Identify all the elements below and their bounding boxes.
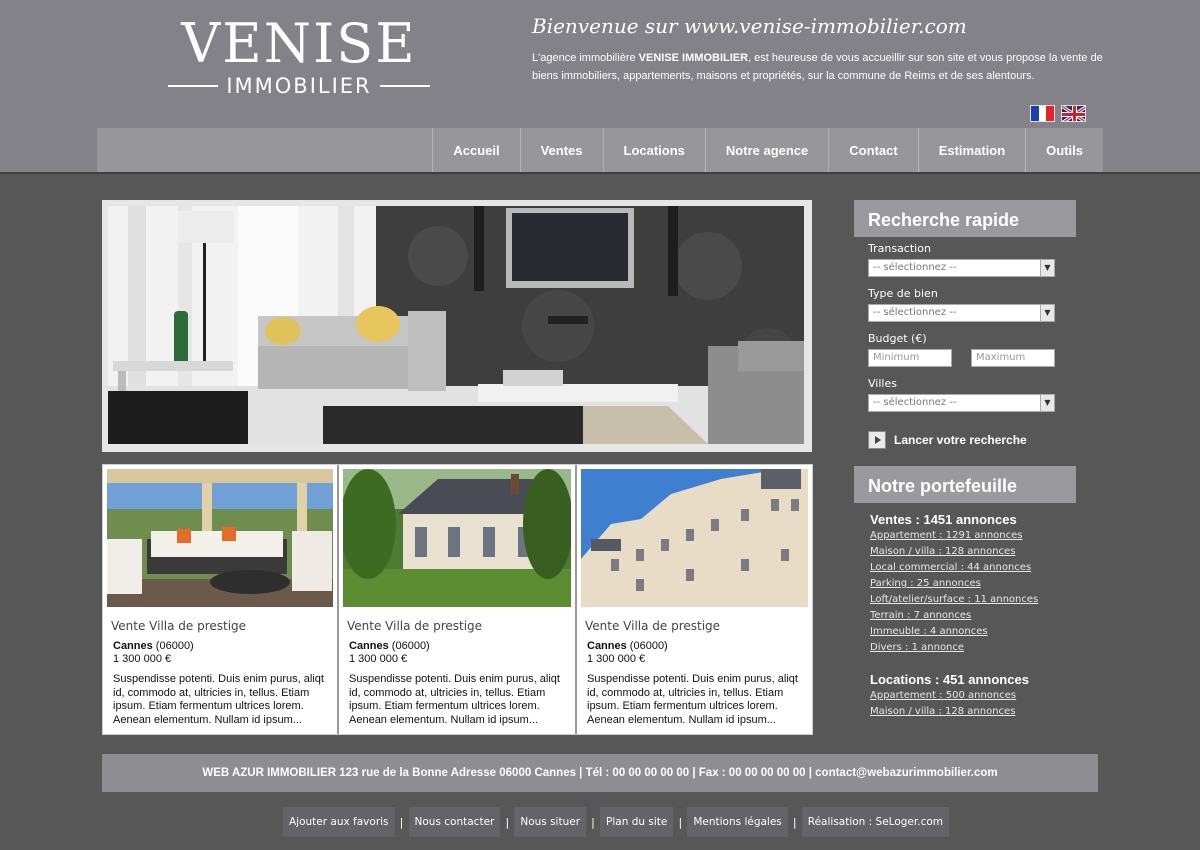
featured-listings: Vente Villa de prestige Cannes (06000) 1…	[102, 464, 813, 735]
footer-link-sitemap[interactable]: Plan du site	[600, 807, 674, 837]
transaction-select[interactable]: -- sélectionnez -- ▼	[868, 259, 1055, 277]
property-type-select-value: -- sélectionnez --	[873, 307, 957, 318]
nav-item-outils[interactable]: Outils	[1025, 128, 1103, 172]
sales-total: Ventes : 1451 annonces	[870, 512, 1017, 527]
french-flag-icon[interactable]	[1030, 105, 1055, 122]
living-room-image	[108, 206, 804, 444]
listing-card[interactable]: Vente Villa de prestige Cannes (06000) 1…	[339, 465, 577, 734]
main-nav: Accueil Ventes Locations Notre agence Co…	[97, 128, 1103, 172]
footer-links: Ajouter aux favoris | Nous contacter | N…	[283, 807, 950, 837]
listing-title[interactable]: Vente Villa de prestige	[111, 619, 333, 633]
portfolio-link-parking[interactable]: Parking : 25 annonces	[870, 578, 981, 589]
portfolio-link-maison[interactable]: Maison / villa : 128 annonces	[870, 546, 1015, 557]
logo-main-text: VENISE	[181, 12, 417, 75]
chevron-down-icon[interactable]: ▼	[1040, 260, 1054, 276]
portfolio-link-appartement[interactable]: Appartement : 1291 annonces	[870, 530, 1022, 541]
portfolio-link-rental-maison[interactable]: Maison / villa : 128 annonces	[870, 706, 1015, 717]
listing-price: 1 300 000 €	[349, 653, 408, 665]
listing-city: Cannes	[113, 640, 153, 652]
listing-postcode: (06000)	[388, 640, 430, 652]
cities-select-value: -- sélectionnez --	[873, 397, 957, 408]
listing-title[interactable]: Vente Villa de prestige	[347, 619, 571, 633]
portfolio-link-rental-appartement[interactable]: Appartement : 500 annonces	[870, 690, 1016, 701]
portfolio-link-loft[interactable]: Loft/atelier/surface : 11 annonces	[870, 594, 1038, 605]
listing-price: 1 300 000 €	[587, 653, 646, 665]
chevron-down-icon[interactable]: ▼	[1040, 305, 1054, 321]
play-icon	[868, 431, 886, 449]
cities-select[interactable]: -- sélectionnez -- ▼	[868, 394, 1055, 412]
cities-label: Villes	[868, 377, 897, 390]
rentals-total: Locations : 451 annonces	[870, 672, 1029, 687]
welcome-text-agency: VENISE IMMOBILIER	[638, 52, 749, 64]
nav-item-locations[interactable]: Locations	[602, 128, 705, 172]
portfolio-title: Notre portefeuille	[854, 466, 1076, 503]
footer-link-contact[interactable]: Nous contacter	[408, 807, 501, 837]
listing-photo[interactable]	[343, 469, 571, 607]
listing-title[interactable]: Vente Villa de prestige	[585, 619, 808, 633]
footer-link-location[interactable]: Nous situer	[514, 807, 587, 837]
property-type-select[interactable]: -- sélectionnez -- ▼	[868, 304, 1055, 322]
footer-link-legal[interactable]: Mentions légales	[687, 807, 788, 837]
budget-max-input[interactable]: Maximum	[971, 349, 1055, 367]
chevron-down-icon[interactable]: ▼	[1040, 395, 1054, 411]
logo[interactable]: VENISE IMMOBILIER	[168, 14, 430, 104]
header: VENISE IMMOBILIER Bienvenue sur www.veni…	[0, 0, 1200, 174]
english-flag-icon[interactable]	[1061, 105, 1086, 122]
search-button[interactable]: Lancer votre recherche	[868, 431, 1027, 449]
listing-location: Cannes (06000)	[113, 640, 333, 652]
nav-item-estimation[interactable]: Estimation	[917, 128, 1025, 172]
footer-contact-bar: WEB AZUR IMMOBILIER 123 rue de la Bonne …	[102, 754, 1098, 792]
logo-divider-left	[168, 85, 219, 87]
budget-min-input[interactable]: Minimum	[868, 349, 952, 367]
hero-banner	[102, 200, 812, 452]
listing-description: Suspendisse potenti. Duis enim purus, al…	[587, 673, 798, 726]
listing-description: Suspendisse potenti. Duis enim purus, al…	[113, 673, 324, 726]
portfolio-link-divers[interactable]: Divers : 1 annonce	[870, 642, 964, 653]
nav-item-accueil[interactable]: Accueil	[432, 128, 519, 172]
footer-separator: |	[591, 815, 595, 829]
language-flags	[1030, 105, 1086, 122]
transaction-label: Transaction	[868, 242, 931, 255]
listing-card[interactable]: Vente Villa de prestige Cannes (06000) 1…	[577, 465, 812, 734]
budget-label: Budget (€)	[868, 332, 927, 345]
quick-search-title: Recherche rapide	[854, 200, 1076, 237]
portfolio-link-local[interactable]: Local commercial : 44 annonces	[870, 562, 1031, 573]
logo-sub-text: IMMOBILIER	[226, 74, 372, 98]
listing-price: 1 300 000 €	[113, 653, 172, 665]
listing-postcode: (06000)	[626, 640, 668, 652]
footer-link-favorites[interactable]: Ajouter aux favoris	[283, 807, 395, 837]
listing-photo[interactable]	[581, 469, 808, 607]
property-type-label: Type de bien	[868, 287, 938, 300]
nav-item-contact[interactable]: Contact	[828, 128, 917, 172]
footer-separator: |	[505, 815, 510, 829]
nav-item-ventes[interactable]: Ventes	[519, 128, 603, 172]
welcome-title: Bienvenue sur www.venise-immobilier.com	[532, 14, 967, 38]
footer-separator: |	[792, 815, 797, 829]
listing-postcode: (06000)	[152, 640, 194, 652]
listing-photo[interactable]	[107, 469, 333, 607]
listing-city: Cannes	[349, 640, 389, 652]
welcome-text-part: L'agence immobilière	[532, 52, 639, 64]
search-button-label: Lancer votre recherche	[894, 433, 1027, 447]
welcome-text: L'agence immobilière VENISE IMMOBILIER, …	[532, 49, 1112, 85]
listing-location: Cannes (06000)	[587, 640, 808, 652]
nav-item-notre-agence[interactable]: Notre agence	[704, 128, 828, 172]
listing-city: Cannes	[587, 640, 627, 652]
footer-separator: |	[399, 815, 404, 829]
portfolio-link-immeuble[interactable]: Immeuble : 4 annonces	[870, 626, 988, 637]
footer-link-credits[interactable]: Réalisation : SeLoger.com	[801, 807, 950, 837]
logo-divider-right	[379, 85, 430, 87]
listing-location: Cannes (06000)	[349, 640, 571, 652]
transaction-select-value: -- sélectionnez --	[873, 262, 957, 273]
listing-card[interactable]: Vente Villa de prestige Cannes (06000) 1…	[103, 465, 339, 734]
portfolio-link-terrain[interactable]: Terrain : 7 annonces	[870, 610, 971, 621]
listing-description: Suspendisse potenti. Duis enim purus, al…	[349, 673, 560, 726]
footer-separator: |	[678, 815, 683, 829]
